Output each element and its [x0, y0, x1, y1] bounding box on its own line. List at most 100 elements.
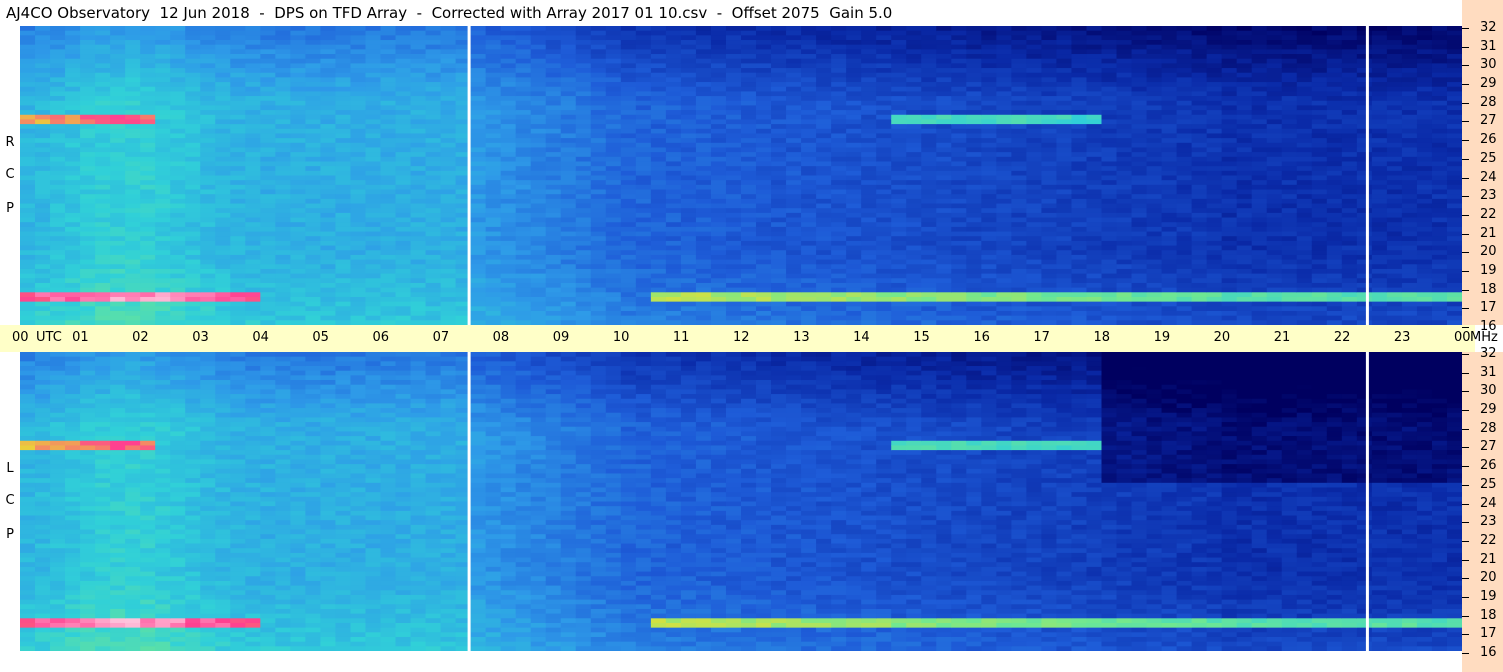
rcp-cell	[936, 250, 952, 256]
rcp-cell	[710, 30, 727, 36]
rcp-cell	[1146, 54, 1163, 60]
rcp-cell	[891, 212, 907, 219]
rcp-cell	[801, 161, 817, 167]
rcp-cell	[485, 114, 502, 121]
rcp-cell	[95, 161, 111, 167]
rcp-cell	[906, 231, 922, 237]
rcp-cell	[425, 250, 442, 256]
rcp-cell	[1176, 30, 1193, 36]
rcp-cell	[260, 306, 276, 312]
rcp-cell	[710, 72, 727, 78]
rcp-cell	[906, 138, 922, 144]
rcp-cell	[485, 161, 502, 167]
rcp-cell	[335, 287, 352, 293]
rcp-cell	[290, 268, 306, 275]
rcp-cell	[95, 273, 111, 279]
rcp-cell	[170, 138, 186, 144]
rcp-cell	[155, 54, 171, 60]
rcp-cell	[816, 119, 832, 125]
rcp-cell	[665, 184, 682, 191]
rcp-cell	[275, 254, 291, 261]
rcp-cell	[695, 68, 712, 74]
rcp-cell	[876, 278, 892, 284]
rcp-cell	[425, 77, 442, 83]
rcp-cell	[50, 166, 66, 172]
rcp-cell	[410, 68, 427, 74]
rcp-cell	[380, 72, 397, 78]
rcp-cell	[65, 161, 81, 167]
rcp-cell	[680, 128, 697, 135]
rcp-cell	[1026, 166, 1043, 172]
rcp-cell	[1041, 142, 1058, 149]
rcp-cell	[305, 250, 322, 256]
rcp-cell	[590, 35, 607, 41]
rcp-cell	[575, 54, 592, 60]
rcp-cell	[395, 226, 412, 233]
rcp-cell	[215, 194, 231, 200]
rcp-cell	[921, 91, 937, 97]
rcp-cell	[695, 222, 712, 228]
rcp-cell	[245, 166, 261, 172]
rcp-cell	[125, 198, 141, 205]
rcp-cell	[635, 273, 652, 279]
rcp-cell	[560, 212, 577, 219]
rcp-cell	[335, 315, 352, 321]
rcp-cell	[891, 184, 907, 191]
rcp-cell	[470, 147, 487, 153]
rcp-cell	[350, 245, 367, 251]
rcp-cell	[620, 287, 637, 293]
rcp-cell	[560, 254, 577, 261]
rcp-cell	[1131, 222, 1148, 228]
rcp-cell	[500, 217, 517, 223]
rcp-cell	[771, 250, 787, 256]
rcp-cell	[1176, 184, 1193, 191]
rcp-cell	[515, 208, 532, 214]
rcp-cell	[545, 119, 562, 125]
rcp-cell	[771, 278, 787, 284]
rcp-cell	[1116, 82, 1133, 88]
rcp-cell	[921, 175, 937, 181]
rcp-cell	[650, 44, 667, 50]
rcp-cell	[891, 138, 907, 144]
rcp-cell	[335, 96, 352, 102]
rcp-cell	[440, 63, 457, 69]
rcp-cell	[470, 180, 487, 186]
rcp-cell	[215, 226, 231, 233]
rcp-cell	[1176, 114, 1193, 121]
rcp-cell	[1101, 240, 1118, 247]
rcp-cell	[1026, 194, 1043, 200]
rcp-cell	[1041, 170, 1058, 177]
rcp-cell	[861, 292, 877, 298]
rcp-cell	[1146, 82, 1163, 88]
rcp-cell	[831, 315, 847, 321]
rcp-cell	[95, 194, 111, 200]
rcp-cell	[756, 166, 772, 172]
rcp-cell	[620, 198, 637, 205]
rcp-cell	[620, 142, 637, 149]
rcp-cell	[215, 259, 231, 265]
rcp-cell	[1146, 208, 1163, 214]
rcp-cell	[395, 49, 412, 55]
rcp-cell	[620, 236, 637, 242]
rcp-cell	[410, 240, 427, 247]
rcp-cell	[290, 306, 306, 312]
rcp-cell	[50, 44, 66, 50]
rcp-cell	[831, 105, 847, 111]
rcp-cell	[200, 63, 216, 69]
rcp-cell	[861, 35, 877, 41]
rcp-cell	[410, 86, 427, 92]
rcp-cell	[1071, 124, 1088, 130]
rcp-cell	[560, 105, 577, 111]
rcp-cell	[140, 254, 156, 261]
rcp-cell	[786, 147, 802, 153]
rcp-cell	[425, 217, 442, 223]
rcp-cell	[981, 180, 997, 186]
rcp-cell	[620, 124, 637, 130]
rcp-cell	[140, 86, 156, 92]
rcp-cell	[876, 301, 892, 307]
rcp-cell	[1071, 82, 1088, 88]
rcp-cell	[1026, 217, 1043, 223]
rcp-cell	[996, 180, 1012, 186]
rcp-cell	[951, 54, 967, 60]
rcp-cell	[1146, 26, 1163, 32]
